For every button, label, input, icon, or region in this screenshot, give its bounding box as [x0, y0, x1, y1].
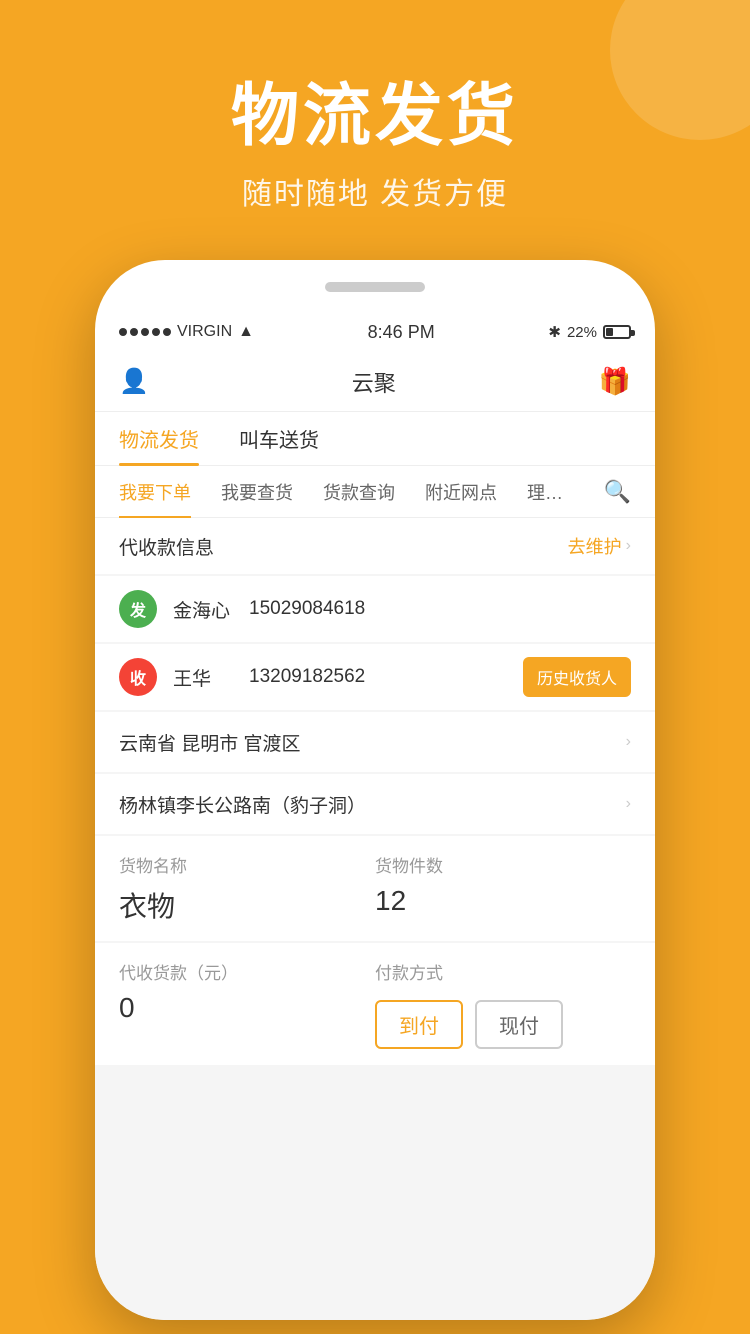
cod-value: 0	[119, 992, 375, 1024]
main-title: 物流发货	[0, 60, 750, 159]
sender-name: 金海心	[173, 596, 233, 623]
search-button[interactable]: 🔍	[604, 479, 631, 505]
status-bar: VIRGIN ▲ 8:46 PM ✱ 22%	[95, 312, 655, 352]
goods-count-label: 货物件数	[375, 852, 631, 877]
sender-row: 发 金海心 15029084618	[95, 576, 655, 642]
app-title: 云聚	[352, 366, 396, 398]
collection-info-title: 代收款信息	[119, 533, 214, 560]
phone-speaker	[325, 282, 425, 292]
form-area: 代收款信息 去维护 › 发 金海心 15029084618 收 王华	[95, 518, 655, 1065]
payment-method-cell: 付款方式 到付 现付	[375, 959, 631, 1049]
pay-cash-button[interactable]: 现付	[475, 1000, 563, 1049]
address-province-row[interactable]: 云南省 昆明市 官渡区 ›	[95, 712, 655, 772]
address-detail-text: 杨林镇李长公路南（豹子洞）	[119, 791, 366, 818]
status-right: ✱ 22%	[548, 323, 631, 341]
status-time: 8:46 PM	[368, 322, 435, 343]
payment-section: 代收货款（元） 0 付款方式 到付 现付	[95, 943, 655, 1065]
bluetooth-icon: ✱	[548, 323, 561, 341]
app-content: 👤 云聚 🎁 物流发货 叫车送货 我要下单 我要查货 货款查询	[95, 352, 655, 1320]
chevron-right-icon: ›	[626, 537, 631, 555]
phone-shell: VIRGIN ▲ 8:46 PM ✱ 22% 👤 云聚 🎁 物流发货 叫车送货	[95, 260, 655, 1320]
profile-icon[interactable]: 👤	[119, 367, 149, 396]
tab-delivery[interactable]: 叫车送货	[239, 412, 319, 466]
goods-name-cell: 货物名称 衣物	[119, 852, 375, 925]
subtab-more[interactable]: 理…	[527, 466, 563, 518]
sender-phone: 15029084618	[249, 598, 365, 620]
sender-badge: 发	[119, 590, 157, 628]
battery-percent: 22%	[567, 324, 597, 341]
goods-name-value: 衣物	[119, 885, 375, 925]
gift-icon[interactable]: 🎁	[599, 366, 631, 397]
collection-info-header: 代收款信息 去维护 ›	[95, 518, 655, 574]
pay-on-delivery-button[interactable]: 到付	[375, 1000, 463, 1049]
battery-icon	[603, 325, 631, 339]
receiver-badge: 收	[119, 658, 157, 696]
goods-name-label: 货物名称	[119, 852, 375, 877]
status-left: VIRGIN ▲	[119, 323, 254, 341]
carrier-name: VIRGIN	[177, 323, 232, 341]
wifi-icon: ▲	[238, 323, 254, 341]
top-nav-bar: 👤 云聚 🎁	[95, 352, 655, 412]
receiver-phone: 13209182562	[249, 666, 365, 688]
subtab-order[interactable]: 我要下单	[119, 466, 191, 518]
cod-label: 代收货款（元）	[119, 959, 375, 984]
cod-cell: 代收货款（元） 0	[119, 959, 375, 1049]
goods-count-value: 12	[375, 885, 631, 917]
maintain-action[interactable]: 去维护 ›	[568, 533, 631, 559]
subtab-payment-query[interactable]: 货款查询	[323, 466, 395, 518]
payment-method-buttons: 到付 现付	[375, 992, 631, 1049]
subtab-check-goods[interactable]: 我要查货	[221, 466, 293, 518]
chevron-right-icon-detail: ›	[626, 795, 631, 813]
sub-tab-bar: 我要下单 我要查货 货款查询 附近网点 理… 🔍	[95, 466, 655, 518]
payment-method-label: 付款方式	[375, 959, 631, 984]
header-section: 物流发货 随时随地 发货方便	[0, 60, 750, 213]
tab-logistics[interactable]: 物流发货	[119, 412, 199, 466]
signal-dots	[119, 328, 171, 336]
history-receiver-button[interactable]: 历史收货人	[523, 657, 631, 697]
goods-section: 货物名称 衣物 货物件数 12	[95, 836, 655, 941]
main-subtitle: 随时随地 发货方便	[0, 169, 750, 213]
receiver-row: 收 王华 13209182562 历史收货人	[95, 644, 655, 710]
main-tab-bar: 物流发货 叫车送货	[95, 412, 655, 466]
chevron-right-icon-province: ›	[626, 733, 631, 751]
address-detail-row[interactable]: 杨林镇李长公路南（豹子洞） ›	[95, 774, 655, 834]
address-province-text: 云南省 昆明市 官渡区	[119, 729, 301, 756]
receiver-name: 王华	[173, 664, 233, 691]
goods-count-cell: 货物件数 12	[375, 852, 631, 925]
subtab-nearby[interactable]: 附近网点	[425, 466, 497, 518]
